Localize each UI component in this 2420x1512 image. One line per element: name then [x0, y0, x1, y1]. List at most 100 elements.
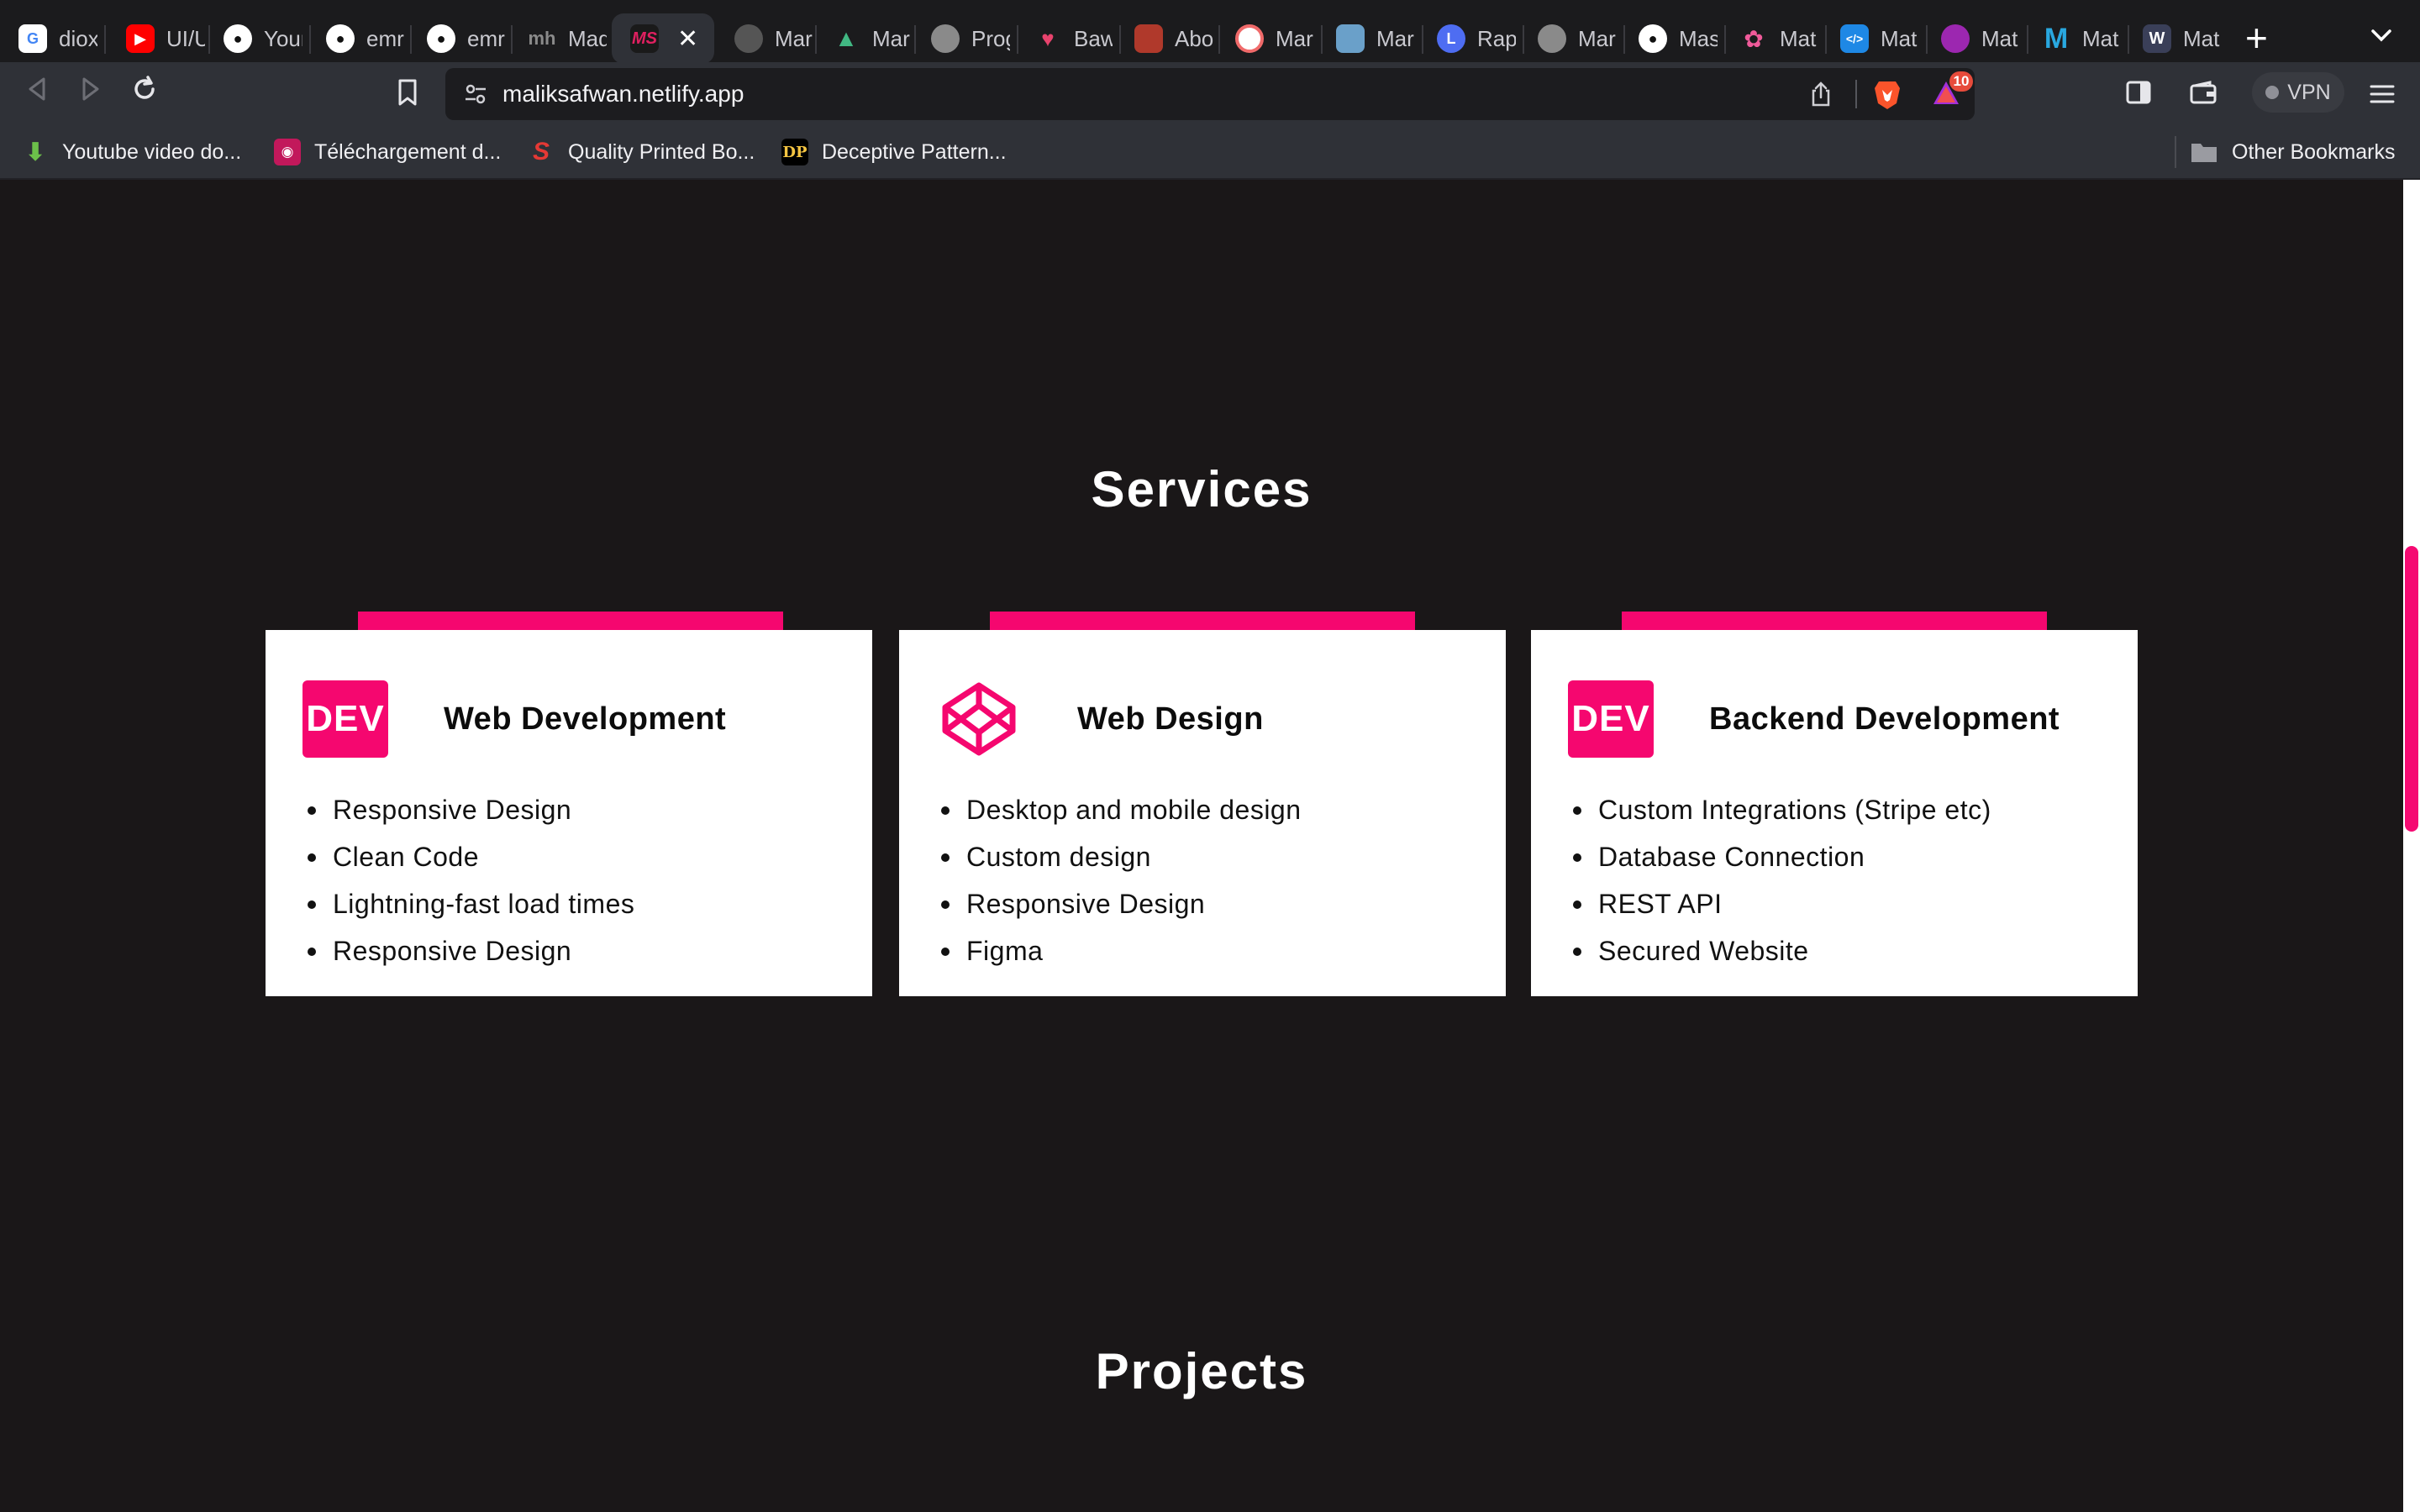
tab-mat-1[interactable]: ✿ Mat — [1721, 13, 1825, 64]
flower-icon: ✿ — [1744, 25, 1764, 52]
scrollbar-thumb[interactable] — [2405, 546, 2418, 832]
back-button[interactable] — [22, 74, 52, 112]
list-item: Database Connection — [1573, 833, 1991, 880]
tab-google[interactable]: G diox — [0, 13, 103, 64]
tab-rap[interactable]: L Rap — [1418, 13, 1523, 64]
scrollbar-track[interactable] — [2403, 180, 2420, 1512]
wallet-icon[interactable] — [2190, 81, 2217, 108]
tab-abo[interactable]: Abo — [1116, 13, 1218, 64]
l-logo-icon: L — [1437, 24, 1465, 53]
vpn-button[interactable]: VPN — [2252, 72, 2344, 113]
url-text[interactable]: maliksafwan.netlify.app — [502, 81, 744, 108]
card-title: Backend Development — [1709, 701, 2060, 737]
tab-mat-2[interactable]: </> Mat — [1822, 13, 1926, 64]
card-accent-bar — [990, 612, 1415, 630]
github-icon: ● — [427, 24, 455, 53]
card-title: Web Development — [444, 701, 727, 737]
bookmark-page-icon[interactable] — [395, 77, 420, 112]
reload-icon — [134, 76, 155, 99]
app-icon: ◉ — [274, 139, 301, 165]
forward-button[interactable] — [76, 74, 106, 112]
tab-baw[interactable]: ♥ Baw — [1015, 13, 1119, 64]
bookmark-youtube-video[interactable]: ⬇ Youtube video do... — [22, 136, 241, 168]
browser-toolbar: maliksafwan.netlify.app 10 VPN — [0, 62, 2420, 124]
other-bookmarks-folder[interactable]: Other Bookmarks — [2190, 136, 2396, 168]
service-card-web-development: DEV Web Development Responsive Design Cl… — [266, 630, 872, 996]
share-icon[interactable] — [1808, 81, 1833, 112]
bookmark-telechargement[interactable]: ◉ Téléchargement d... — [274, 136, 501, 168]
card-accent-bar — [358, 612, 783, 630]
tab-separator — [104, 25, 106, 54]
card-title: Web Design — [1077, 701, 1264, 737]
tab-mas[interactable]: ● Mas — [1620, 13, 1724, 64]
download-arrow-icon: ⬇ — [24, 138, 46, 166]
tab-mat-3[interactable]: Mat — [1923, 13, 2027, 64]
list-item: Secured Website — [1573, 927, 1991, 974]
vpn-label: VPN — [2287, 80, 2331, 104]
dev-logo-icon: DEV — [1568, 680, 1654, 758]
ms-logo-icon: MS — [630, 24, 659, 53]
hamburger-menu-icon[interactable] — [2370, 84, 2395, 108]
tab-prog[interactable]: Prog — [913, 13, 1017, 64]
globe-icon — [931, 24, 960, 53]
tab-mat-5[interactable]: W Mat — [2124, 13, 2228, 64]
code-icon: </> — [1840, 24, 1869, 53]
s-logo-icon: S — [532, 138, 550, 165]
rewards-badge: 10 — [1949, 71, 1973, 92]
tab-active-malik[interactable]: MS ✕ — [612, 13, 714, 64]
tab-mar-3[interactable]: Mar — [1217, 13, 1321, 64]
tab-list-chevron-icon[interactable] — [2370, 18, 2393, 51]
tab-mar-1[interactable]: Mar — [716, 13, 815, 64]
service-card-web-design: Web Design Desktop and mobile design Cus… — [899, 630, 1506, 996]
tab-mar-4[interactable]: Mar — [1318, 13, 1422, 64]
tab-mh[interactable]: mh Mad — [509, 13, 612, 64]
address-bar[interactable]: maliksafwan.netlify.app 10 — [445, 68, 1975, 120]
tab-youtube[interactable]: ▶ UI/U — [108, 13, 208, 64]
new-tab-button[interactable]: + — [2245, 15, 2268, 60]
bookmark-deceptive-patterns[interactable]: DP Deceptive Pattern... — [781, 136, 1007, 168]
forward-arrow-icon — [82, 77, 99, 101]
codepen-icon — [936, 680, 1022, 758]
tab-mar-5[interactable]: Mar — [1519, 13, 1623, 64]
globe-icon — [1538, 24, 1566, 53]
github-icon: ● — [1639, 24, 1667, 53]
avatar-icon — [1336, 24, 1365, 53]
youtube-icon: ▶ — [126, 24, 155, 53]
brave-shields-icon[interactable] — [1872, 78, 1902, 116]
github-icon: ● — [326, 24, 355, 53]
sidebar-toggle-icon[interactable] — [2126, 81, 2151, 108]
list-item: Custom Integrations (Stripe etc) — [1573, 786, 1991, 833]
vpn-status-icon — [2265, 86, 2280, 99]
list-item: Responsive Design — [941, 880, 1302, 927]
card-accent-bar — [1622, 612, 2047, 630]
tab-github-2[interactable]: ● emr — [308, 13, 410, 64]
mh-icon: mh — [528, 28, 556, 49]
list-item: Custom design — [941, 833, 1302, 880]
url-divider — [1855, 80, 1857, 108]
tab-github-1[interactable]: ● Your — [205, 13, 309, 64]
bookmark-quality-printed[interactable]: S Quality Printed Bo... — [528, 136, 755, 168]
bookmarks-bar: ⬇ Youtube video do... ◉ Téléchargement d… — [0, 124, 2420, 180]
avatar-icon — [1134, 24, 1163, 53]
tab-mat-4[interactable]: M Mat — [2023, 13, 2128, 64]
bookmarks-separator — [2175, 136, 2176, 168]
list-item: Figma — [941, 927, 1302, 974]
circle-logo-icon — [1235, 24, 1264, 53]
back-arrow-icon — [29, 77, 45, 101]
reload-button[interactable] — [129, 74, 160, 112]
list-item: REST API — [1573, 880, 1991, 927]
dp-logo-icon: DP — [781, 139, 808, 165]
vue-icon: ▲ — [834, 25, 858, 51]
tab-github-3[interactable]: ● emr — [408, 13, 513, 64]
avatar-icon — [734, 24, 763, 53]
folder-icon — [2191, 144, 2217, 162]
service-card-backend-development: DEV Backend Development Custom Integrati… — [1531, 630, 2138, 996]
close-tab-icon[interactable]: ✕ — [677, 24, 698, 54]
card-feature-list: Desktop and mobile design Custom design … — [941, 786, 1302, 974]
site-settings-icon[interactable] — [464, 82, 487, 110]
projects-heading: Projects — [1095, 1343, 1308, 1399]
card-feature-list: Custom Integrations (Stripe etc) Databas… — [1573, 786, 1991, 974]
dev-logo-icon: DEV — [302, 680, 388, 758]
list-item: Desktop and mobile design — [941, 786, 1302, 833]
tab-mar-2[interactable]: ▲ Mar — [813, 13, 914, 64]
